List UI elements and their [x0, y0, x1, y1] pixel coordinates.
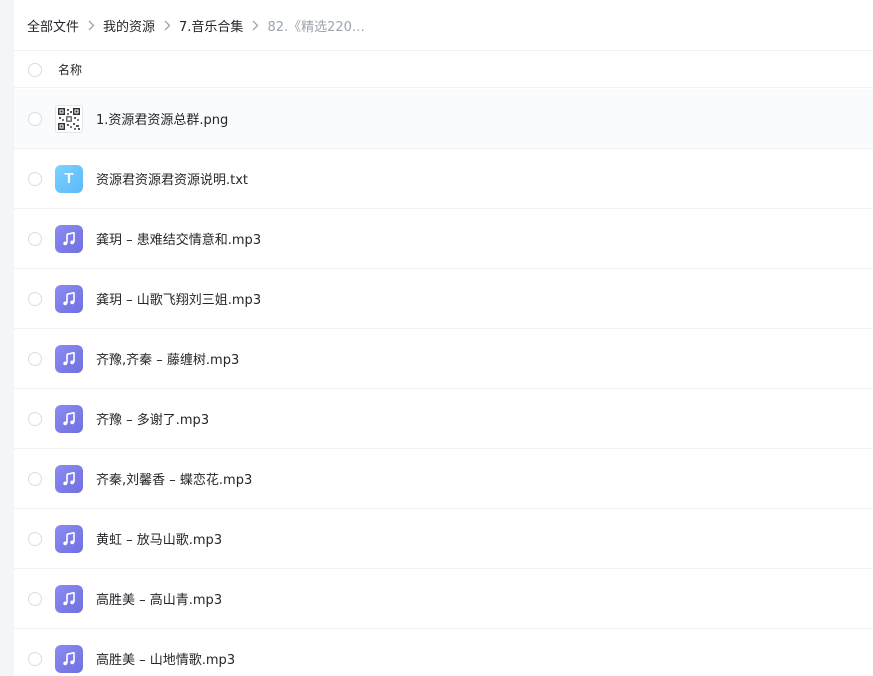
chevron-right-icon [155, 17, 179, 33]
qr-image-icon [55, 104, 83, 133]
music-note-icon [55, 404, 83, 433]
file-row[interactable]: 高胜美 – 高山青.mp3 [14, 569, 873, 629]
music-note-icon [55, 644, 83, 673]
file-name[interactable]: 龚玥 – 患难结交情意和.mp3 [96, 229, 261, 248]
column-header-name[interactable]: 名称 [58, 61, 82, 78]
file-name[interactable]: 资源君资源君资源说明.txt [96, 169, 248, 188]
file-name[interactable]: 齐豫,齐秦 – 藤缠树.mp3 [96, 349, 239, 368]
row-checkbox[interactable] [28, 591, 42, 606]
file-browser-page: 全部文件 我的资源 7.音乐合集 82.《精选220… 名称 1.资源君资源总群… [0, 0, 873, 676]
file-list-panel: 全部文件 我的资源 7.音乐合集 82.《精选220… 名称 1.资源君资源总群… [14, 0, 873, 676]
file-list: 1.资源君资源总群.png T 资源君资源君资源说明.txt 龚玥 – 患难结交… [14, 89, 873, 676]
row-checkbox[interactable] [28, 171, 42, 186]
row-checkbox[interactable] [28, 531, 42, 546]
row-checkbox[interactable] [28, 651, 42, 666]
list-header: 名称 [14, 52, 873, 88]
music-note-icon [55, 584, 83, 613]
chevron-right-icon [79, 17, 103, 33]
row-checkbox[interactable] [28, 351, 42, 366]
row-checkbox[interactable] [28, 411, 42, 426]
music-note-icon [55, 524, 83, 553]
file-name[interactable]: 1.资源君资源总群.png [96, 109, 228, 128]
select-all-checkbox[interactable] [28, 62, 42, 77]
breadcrumb-item-all-files[interactable]: 全部文件 [27, 16, 79, 35]
music-note-icon [55, 224, 83, 253]
breadcrumb-item-music-collection[interactable]: 7.音乐合集 [179, 16, 243, 35]
row-checkbox[interactable] [28, 291, 42, 306]
chevron-right-icon [243, 17, 267, 33]
file-row[interactable]: 齐豫 – 多谢了.mp3 [14, 389, 873, 449]
file-name[interactable]: 黄虹 – 放马山歌.mp3 [96, 529, 222, 548]
file-row[interactable]: 齐秦,刘馨香 – 蝶恋花.mp3 [14, 449, 873, 509]
file-row[interactable]: 1.资源君资源总群.png [14, 89, 873, 149]
breadcrumb-item-my-resources[interactable]: 我的资源 [103, 16, 155, 35]
file-name[interactable]: 高胜美 – 高山青.mp3 [96, 589, 222, 608]
file-row[interactable]: 龚玥 – 山歌飞翔刘三姐.mp3 [14, 269, 873, 329]
sidebar-edge [0, 0, 14, 676]
file-row[interactable]: 龚玥 – 患难结交情意和.mp3 [14, 209, 873, 269]
file-row[interactable]: 齐豫,齐秦 – 藤缠树.mp3 [14, 329, 873, 389]
file-name[interactable]: 齐豫 – 多谢了.mp3 [96, 409, 209, 428]
row-checkbox[interactable] [28, 471, 42, 486]
row-checkbox[interactable] [28, 111, 42, 126]
file-row[interactable]: 黄虹 – 放马山歌.mp3 [14, 509, 873, 569]
file-row[interactable]: 高胜美 – 山地情歌.mp3 [14, 629, 873, 676]
file-name[interactable]: 龚玥 – 山歌飞翔刘三姐.mp3 [96, 289, 261, 308]
music-note-icon [55, 284, 83, 313]
music-note-icon [55, 344, 83, 373]
file-name[interactable]: 高胜美 – 山地情歌.mp3 [96, 649, 235, 668]
breadcrumb: 全部文件 我的资源 7.音乐合集 82.《精选220… [14, 0, 873, 51]
row-checkbox[interactable] [28, 231, 42, 246]
file-row[interactable]: T 资源君资源君资源说明.txt [14, 149, 873, 209]
file-name[interactable]: 齐秦,刘馨香 – 蝶恋花.mp3 [96, 469, 252, 488]
txt-file-icon: T [55, 164, 83, 193]
breadcrumb-current-folder: 82.《精选220… [267, 19, 365, 35]
music-note-icon [55, 464, 83, 493]
